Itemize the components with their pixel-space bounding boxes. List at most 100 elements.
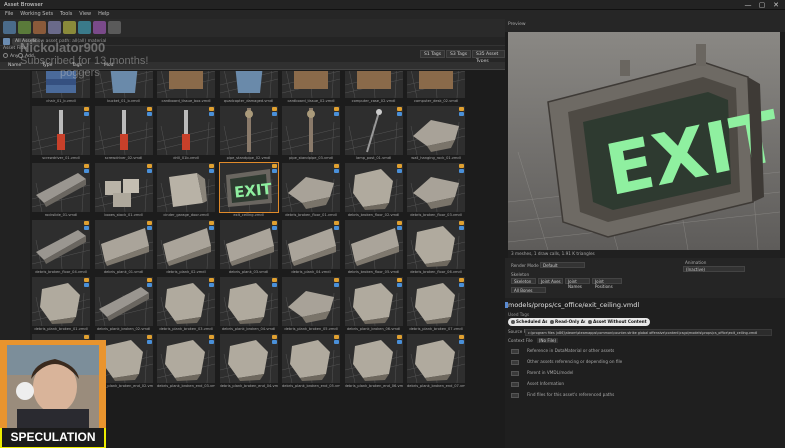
asset-tile[interactable]: debris_plank_broken_06.vmdl <box>344 277 403 334</box>
asset-tile[interactable]: computer_desk_02.vmdl <box>407 71 465 106</box>
menu-working-sets[interactable]: Working Sets <box>20 10 53 19</box>
asset-tile[interactable]: debris_broken_floor_04.vmdl <box>32 220 90 277</box>
search-icon[interactable] <box>3 38 10 45</box>
option-row[interactable]: Other assets referencing or depending on… <box>511 359 622 365</box>
asset-tile[interactable]: debris_broken_floor_06.vmdl <box>407 220 465 277</box>
info-badge-icon <box>209 283 214 287</box>
asset-tile[interactable]: bucket_01_b.vmdl <box>94 71 153 106</box>
menu-tools[interactable]: Tools <box>60 10 72 19</box>
asset-tile[interactable]: debris_plank_broken_end_06.vmdl <box>344 334 403 391</box>
asset-tile[interactable]: debris_plank_broken_end_05.vmdl <box>282 334 340 391</box>
material-icon[interactable] <box>18 21 31 34</box>
filter-radio-add[interactable]: Add <box>18 53 34 59</box>
asset-tile[interactable]: cinder_garage_door.vmdl <box>157 163 215 220</box>
asset-tile[interactable]: debris_broken_floor_03.vmdl <box>407 163 465 220</box>
asset-tile[interactable]: chair_01_b.vmdl <box>32 71 90 106</box>
column-mod[interactable]: Mod <box>104 62 114 70</box>
toggle-joint-positions[interactable]: Joint Positions <box>592 278 622 289</box>
map-icon[interactable] <box>78 21 91 34</box>
model-preview-viewport[interactable]: EXIT <box>508 32 780 250</box>
menu-view[interactable]: View <box>79 10 91 19</box>
model-icon[interactable] <box>33 21 46 34</box>
column-tags[interactable]: Tags <box>72 62 82 70</box>
preview-scene: EXIT <box>508 32 780 250</box>
asset-tile[interactable]: EXIT exit_ceiling.vmdl <box>218 162 279 220</box>
asset-tile[interactable]: cardboard_tissue_02.vmdl <box>282 71 340 106</box>
model-badge-icon <box>146 335 152 339</box>
filter-radio-any[interactable]: Any <box>3 53 19 59</box>
asset-without-content-button[interactable]: Asset Without Content <box>585 318 650 326</box>
info-badge-icon <box>334 169 339 173</box>
asset-tile[interactable]: debris_broken_floor_05.vmdl <box>344 220 403 277</box>
menu-help[interactable]: Help <box>98 10 109 19</box>
model-badge-icon <box>334 164 339 168</box>
asset-tile[interactable]: drill_01b.vmdl <box>157 106 215 163</box>
asset-tile[interactable]: wall_hanging_rock_01.vmdl <box>407 106 465 163</box>
option-row[interactable]: Asset Information <box>511 381 564 387</box>
info-badge-icon <box>271 226 277 230</box>
asset-tile[interactable]: debris_plank_04.vmdl <box>282 220 340 277</box>
asset-tile[interactable]: rockslide_01.vmdl <box>32 163 90 220</box>
asset-tile[interactable]: lamp_post_01.vmdl <box>344 106 403 163</box>
bones-select[interactable]: All Bones <box>511 287 546 293</box>
asset-tile[interactable]: debris_plank_02.vmdl <box>157 220 215 277</box>
option-row[interactable]: Reference in DotaMaterial or other asset… <box>511 348 614 354</box>
column-type[interactable]: Type <box>42 62 52 70</box>
column-name[interactable]: Name <box>8 62 21 70</box>
asset-tile[interactable]: debris_plank_broken_end_04.vmdl <box>219 334 278 391</box>
asset-name: debris_plank_broken_end_07.vmdl <box>407 384 465 388</box>
settings-icon[interactable] <box>108 21 121 34</box>
asset-thumbnail <box>94 106 153 155</box>
sound-icon[interactable] <box>48 21 61 34</box>
render-mode-select[interactable]: Default <box>540 262 585 268</box>
asset-tile[interactable]: debris_plank_broken_01.vmdl <box>32 277 90 334</box>
asset-tile[interactable]: debris_plank_broken_05.vmdl <box>282 277 340 334</box>
toolbar <box>0 19 505 37</box>
asset-tile[interactable]: pipe_standpipe_02.vmdl <box>219 106 278 163</box>
asset-tile[interactable]: debris_plank_broken_end_03.vmdl <box>157 334 215 391</box>
asset-tile[interactable]: pipe_standpipe_03.vmdl <box>282 106 340 163</box>
asset-tile[interactable]: debris_plank_broken_04.vmdl <box>219 277 278 334</box>
option-row[interactable]: Find files for this asset's referenced p… <box>511 392 614 398</box>
close-button[interactable]: ✕ <box>769 0 783 10</box>
asset-tile[interactable]: debris_plank_broken_07.vmdl <box>407 277 465 334</box>
info-badge-icon <box>396 340 402 344</box>
info-badge-icon <box>209 169 214 173</box>
menu-file[interactable]: File <box>5 10 13 19</box>
asset-types-button[interactable]: S35 Asset Types <box>472 50 505 64</box>
context-file-value[interactable]: (No File) <box>536 338 559 343</box>
option-row[interactable]: Parent in VMDL/model <box>511 370 573 376</box>
asset-tile[interactable]: debris_plank_01.vmdl <box>94 220 153 277</box>
minimize-button[interactable]: — <box>741 0 755 10</box>
asset-tile[interactable]: computer_case_02.vmdl <box>344 71 403 106</box>
asset-name: rockslide_01.vmdl <box>44 213 78 217</box>
asset-tile[interactable]: debris_broken_floor_02.vmdl <box>344 163 403 220</box>
asset-tile[interactable]: screwdriver_01.vmdl <box>32 106 90 163</box>
particle-icon[interactable] <box>63 21 76 34</box>
asset-tile[interactable]: cardboard_tissue_box.vmdl <box>157 71 215 106</box>
toggle-joint-names[interactable]: Joint Names <box>565 278 590 289</box>
asset-tile[interactable]: debris_broken_floor_01.vmdl <box>282 163 340 220</box>
search-input[interactable]: Show asset path: all(all) material <box>32 38 127 45</box>
asset-thumbnail <box>282 106 340 155</box>
asset-name: pipe_standpipe_02.vmdl <box>226 156 271 160</box>
asset-tile[interactable]: quadcopter_damaged.vmdl <box>219 71 278 106</box>
tags-button-1[interactable]: S1 Tags <box>420 50 446 58</box>
preview-title: Preview <box>508 22 526 27</box>
source-file-field[interactable]: c:\program files (x86)\steam\steamapps\c… <box>525 329 772 336</box>
tags-button-2[interactable]: S3 Tags <box>446 50 472 58</box>
asset-tile[interactable]: debris_plank_03.vmdl <box>219 220 278 277</box>
folder-icon[interactable] <box>3 21 16 34</box>
toggle-skeleton[interactable]: Skeleton <box>511 278 536 284</box>
asset-tile[interactable]: debris_plank_broken_02.vmdl <box>94 277 153 334</box>
model-badge-icon <box>209 278 214 282</box>
asset-tile[interactable]: debris_plank_broken_end_07.vmdl <box>407 334 465 391</box>
asset-tile[interactable]: debris_plank_broken_03.vmdl <box>157 277 215 334</box>
maximize-button[interactable]: ▢ <box>755 0 769 10</box>
asset-thumbnail: EXIT <box>218 162 279 213</box>
animation-select[interactable]: (Inactive) <box>683 266 745 272</box>
toggle-joint-axes[interactable]: Joint Axes <box>538 278 563 284</box>
asset-tile[interactable]: boxes_stack_01.vmdl <box>94 163 153 220</box>
asset-tile[interactable]: screwdriver_02.vmdl <box>94 106 153 163</box>
texture-icon[interactable] <box>93 21 106 34</box>
